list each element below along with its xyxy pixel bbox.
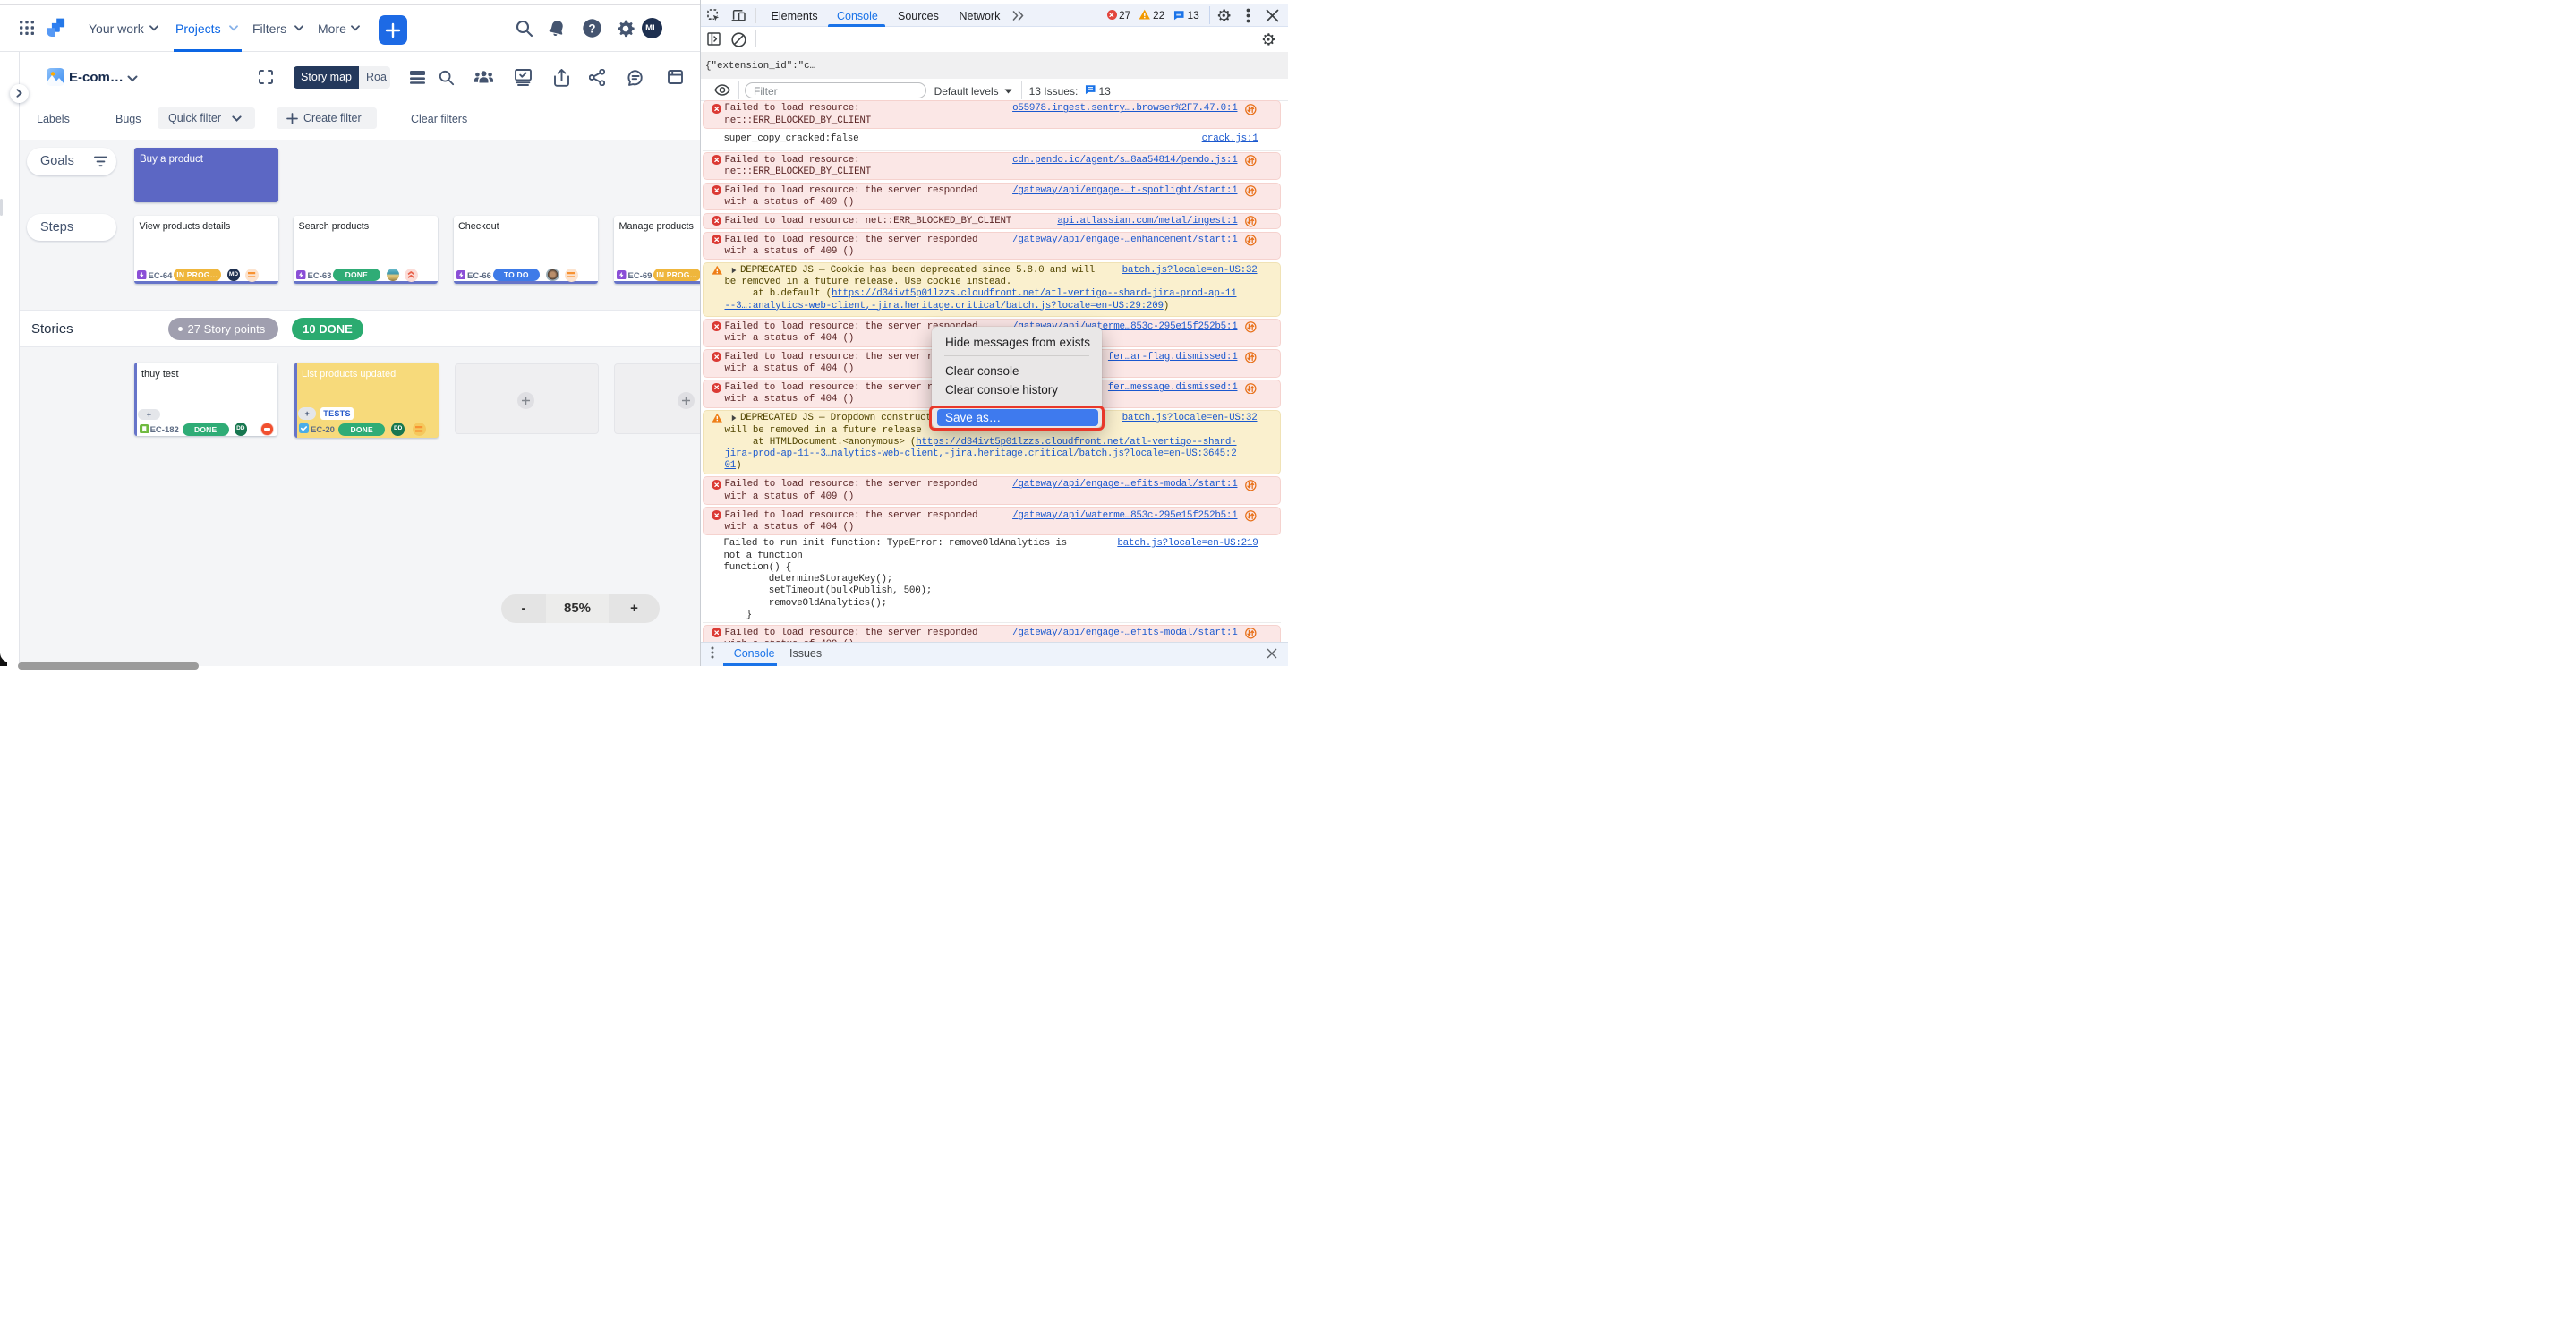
svg-text:?: ?	[588, 21, 595, 35]
